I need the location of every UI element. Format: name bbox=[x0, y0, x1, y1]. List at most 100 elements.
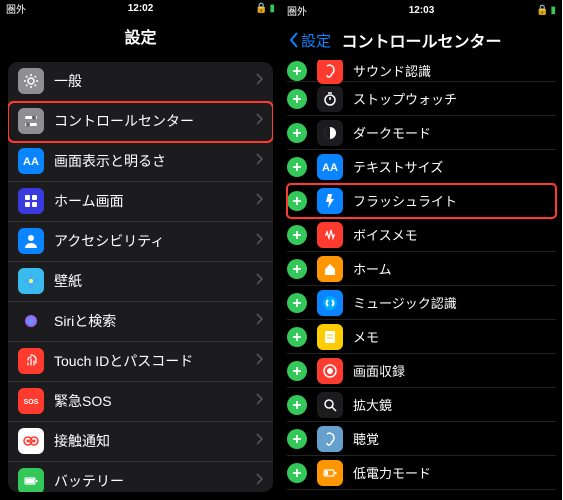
settings-row-exposure[interactable]: 接触通知 bbox=[8, 422, 273, 462]
battery-icon bbox=[18, 468, 44, 492]
back-label: 設定 bbox=[301, 30, 331, 51]
shazam-icon bbox=[317, 290, 343, 316]
settings-row-finger[interactable]: Touch IDとパスコード bbox=[8, 342, 273, 382]
flash-icon bbox=[317, 188, 343, 214]
row-label: 低電力モード bbox=[353, 463, 431, 482]
page-title: コントロールセンター bbox=[341, 28, 501, 52]
control-row-record: 画面収録 bbox=[287, 354, 556, 388]
control-row-home: ホーム bbox=[287, 252, 556, 286]
ear-icon bbox=[317, 60, 343, 84]
back-button[interactable]: 設定 bbox=[289, 30, 331, 51]
settings-row-gear[interactable]: 一般 bbox=[8, 62, 273, 102]
siri-icon bbox=[18, 308, 44, 334]
flower-icon bbox=[18, 268, 44, 294]
record-icon bbox=[317, 358, 343, 384]
row-label: テキストサイズ bbox=[353, 157, 443, 176]
settings-row-aa[interactable]: AA 画面表示と明るさ bbox=[8, 142, 273, 182]
person-icon bbox=[18, 228, 44, 254]
chevron-right-icon bbox=[256, 192, 263, 210]
row-label: ミュージック認識 bbox=[353, 293, 457, 312]
chevron-right-icon bbox=[256, 152, 263, 170]
nav-bar: 設定 bbox=[0, 18, 281, 54]
svg-text:SOS: SOS bbox=[24, 399, 39, 406]
svg-text:AA: AA bbox=[322, 162, 338, 174]
settings-row-sliders[interactable]: コントロールセンター bbox=[8, 102, 273, 142]
settings-row-grid[interactable]: ホーム画面 bbox=[8, 182, 273, 222]
add-button[interactable] bbox=[287, 429, 307, 449]
settings-row-person[interactable]: アクセシビリティ bbox=[8, 222, 273, 262]
home-icon bbox=[317, 256, 343, 282]
add-button[interactable] bbox=[287, 89, 307, 109]
nav-bar: 設定 コントロールセンター bbox=[281, 20, 562, 60]
control-row-aa: AA テキストサイズ bbox=[287, 150, 556, 184]
chevron-right-icon bbox=[256, 72, 263, 90]
sliders-icon bbox=[18, 108, 44, 134]
clock: 12:03 bbox=[281, 5, 562, 16]
ear2-icon bbox=[317, 426, 343, 452]
chevron-right-icon bbox=[256, 112, 263, 130]
chevron-right-icon bbox=[256, 392, 263, 410]
magnify-icon bbox=[317, 392, 343, 418]
row-label: 画面収録 bbox=[353, 361, 405, 380]
add-button[interactable] bbox=[287, 463, 307, 483]
row-label: 壁紙 bbox=[54, 271, 256, 291]
control-row-shazam: ミュージック認識 bbox=[287, 286, 556, 320]
gear-icon bbox=[18, 68, 44, 94]
chevron-left-icon bbox=[289, 32, 299, 48]
control-row-ear: サウンド認識 bbox=[287, 60, 556, 82]
control-row-dark: ダークモード bbox=[287, 116, 556, 150]
control-row-note: メモ bbox=[287, 320, 556, 354]
page-title: 設定 bbox=[124, 24, 156, 48]
row-label: フラッシュライト bbox=[353, 191, 457, 210]
clock: 12:02 bbox=[0, 3, 281, 14]
stopwatch-icon bbox=[317, 86, 343, 112]
status-bar: 圏外 12:03 🔒 ▮ bbox=[281, 0, 562, 20]
row-label: 画面表示と明るさ bbox=[54, 151, 256, 171]
dark-icon bbox=[317, 120, 343, 146]
row-label: Touch IDとパスコード bbox=[54, 351, 256, 371]
chevron-right-icon bbox=[256, 272, 263, 290]
lowbatt-icon bbox=[317, 460, 343, 486]
row-label: 拡大鏡 bbox=[353, 395, 392, 414]
add-button[interactable] bbox=[287, 259, 307, 279]
add-button[interactable] bbox=[287, 191, 307, 211]
add-button[interactable] bbox=[287, 157, 307, 177]
settings-row-battery[interactable]: バッテリー bbox=[8, 462, 273, 492]
add-button[interactable] bbox=[287, 225, 307, 245]
aa-icon: AA bbox=[18, 148, 44, 174]
wave-icon bbox=[317, 222, 343, 248]
row-label: 緊急SOS bbox=[54, 391, 256, 411]
control-row-magnify: 拡大鏡 bbox=[287, 388, 556, 422]
settings-row-sos[interactable]: SOS 緊急SOS bbox=[8, 382, 273, 422]
status-bar: 圏外 12:02 🔒 ▮ bbox=[0, 0, 281, 18]
add-button[interactable] bbox=[287, 61, 307, 81]
row-label: バッテリー bbox=[54, 471, 256, 491]
chevron-right-icon bbox=[256, 472, 263, 490]
row-label: ダークモード bbox=[353, 123, 431, 142]
control-row-wave: ボイスメモ bbox=[287, 218, 556, 252]
add-button[interactable] bbox=[287, 395, 307, 415]
chevron-right-icon bbox=[256, 312, 263, 330]
chevron-right-icon bbox=[256, 232, 263, 250]
row-label: サウンド認識 bbox=[353, 61, 431, 80]
add-button[interactable] bbox=[287, 361, 307, 381]
row-label: 接触通知 bbox=[54, 431, 256, 451]
row-label: 聴覚 bbox=[353, 429, 379, 448]
chevron-right-icon bbox=[256, 432, 263, 450]
row-label: 一般 bbox=[54, 71, 256, 91]
chevron-right-icon bbox=[256, 352, 263, 370]
aa-icon: AA bbox=[317, 154, 343, 180]
add-button[interactable] bbox=[287, 123, 307, 143]
settings-row-siri[interactable]: Siriと検索 bbox=[8, 302, 273, 342]
add-button[interactable] bbox=[287, 327, 307, 347]
controls-list: サウンド認識ストップウォッチダークモード AA テキストサイズフラッシュライトボイス… bbox=[281, 60, 562, 500]
row-label: アクセシビリティ bbox=[54, 231, 256, 251]
settings-row-flower[interactable]: 壁紙 bbox=[8, 262, 273, 302]
grid-icon bbox=[18, 188, 44, 214]
add-button[interactable] bbox=[287, 293, 307, 313]
row-label: ホーム画面 bbox=[54, 191, 256, 211]
right-screenshot: 圏外 12:03 🔒 ▮ 設定 コントロールセンター サウンド認識ストップウォッ… bbox=[281, 0, 562, 500]
finger-icon bbox=[18, 348, 44, 374]
control-row-stopwatch: ストップウォッチ bbox=[287, 82, 556, 116]
row-label: ボイスメモ bbox=[353, 225, 418, 244]
